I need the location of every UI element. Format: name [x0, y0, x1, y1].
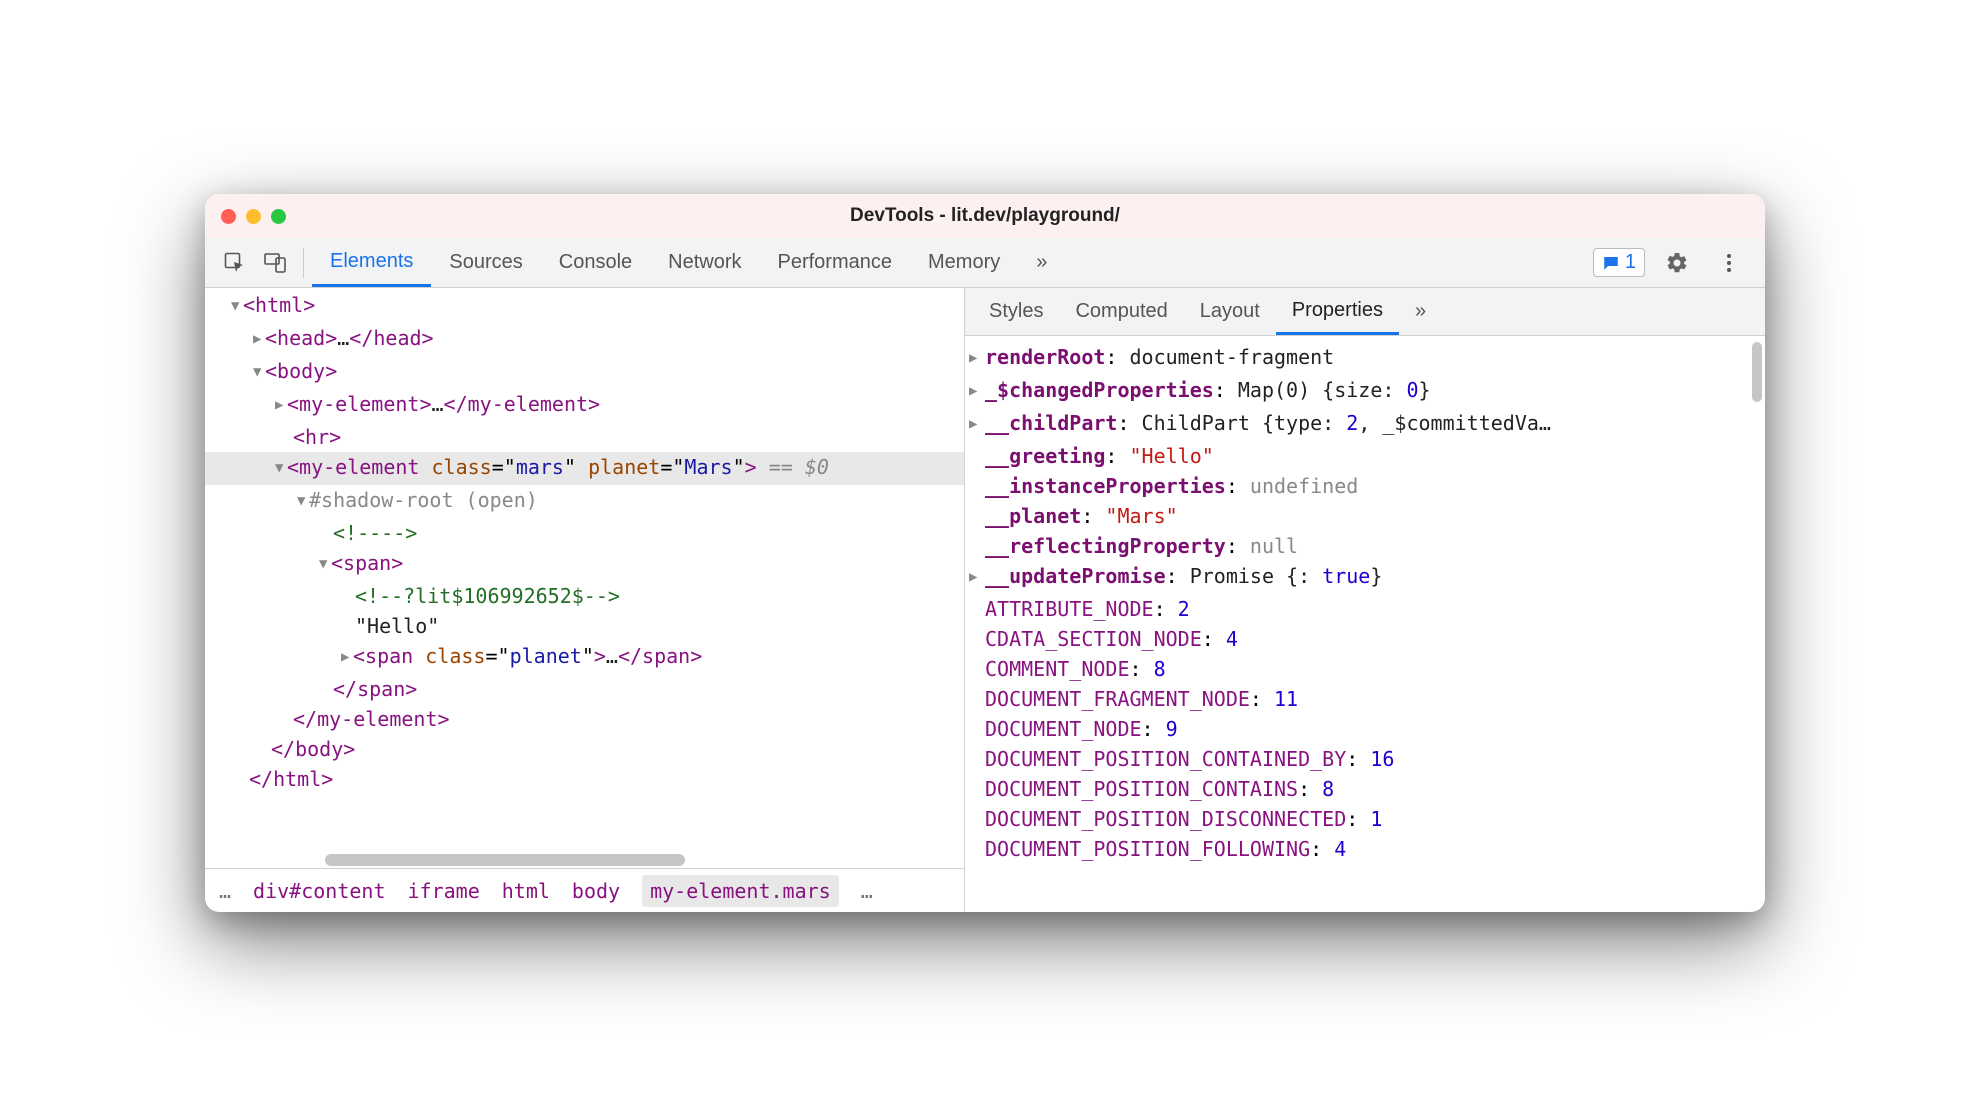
horizontal-scrollbar[interactable]	[205, 852, 964, 868]
tab-console[interactable]: Console	[541, 238, 650, 287]
devtools-window: DevTools - lit.dev/playground/ Elements …	[205, 194, 1765, 912]
issues-badge[interactable]: 1	[1593, 248, 1645, 277]
vertical-scrollbar[interactable]	[1752, 342, 1762, 402]
dom-row[interactable]: <my-element>…</my-element>	[205, 389, 964, 422]
main-tabs: Elements Sources Console Network Perform…	[312, 238, 1593, 287]
tabs-overflow-icon[interactable]: »	[1018, 238, 1065, 287]
sidebar-tabs-overflow-icon[interactable]: »	[1399, 288, 1442, 335]
dom-row[interactable]: <span class="planet">…</span>	[205, 641, 964, 674]
dom-row[interactable]: <!--?lit$106992652$-->	[205, 581, 964, 611]
main-toolbar: Elements Sources Console Network Perform…	[205, 238, 1765, 288]
tab-properties[interactable]: Properties	[1276, 288, 1399, 335]
dom-row[interactable]: </span>	[205, 674, 964, 704]
breadcrumb-item[interactable]: iframe	[408, 879, 480, 903]
property-row[interactable]: __planet: "Mars"	[969, 501, 1765, 531]
dom-row[interactable]: <body>	[205, 356, 964, 389]
breadcrumbs: … div#content iframe html body my-elemen…	[205, 868, 964, 912]
dom-row[interactable]: <html>	[205, 290, 964, 323]
dom-row[interactable]: "Hello"	[205, 611, 964, 641]
inspect-element-icon[interactable]	[217, 245, 253, 281]
dom-row[interactable]: <span>	[205, 548, 964, 581]
device-toggle-icon[interactable]	[257, 245, 293, 281]
property-row[interactable]: DOCUMENT_NODE: 9	[969, 714, 1765, 744]
dom-row[interactable]: </my-element>	[205, 704, 964, 734]
property-row[interactable]: _$changedProperties: Map(0) {size: 0}	[969, 375, 1765, 408]
issues-count: 1	[1625, 251, 1636, 274]
property-row[interactable]: __reflectingProperty: null	[969, 531, 1765, 561]
property-row[interactable]: ATTRIBUTE_NODE: 2	[969, 594, 1765, 624]
property-row[interactable]: DOCUMENT_POSITION_FOLLOWING: 4	[969, 834, 1765, 864]
content: <html> <head>…</head> <body> <my-element…	[205, 288, 1765, 912]
breadcrumb-overflow-right[interactable]: …	[861, 879, 873, 903]
dom-row[interactable]: <!---->	[205, 518, 964, 548]
dom-row-selected[interactable]: <my-element class="mars" planet="Mars"> …	[205, 452, 964, 485]
window-title: DevTools - lit.dev/playground/	[205, 205, 1765, 227]
tab-styles[interactable]: Styles	[973, 288, 1059, 335]
close-window-button[interactable]	[221, 209, 236, 224]
minimize-window-button[interactable]	[246, 209, 261, 224]
property-row[interactable]: __greeting: "Hello"	[969, 441, 1765, 471]
elements-panel: <html> <head>…</head> <body> <my-element…	[205, 288, 965, 912]
tab-elements[interactable]: Elements	[312, 238, 431, 287]
more-menu-icon[interactable]	[1711, 245, 1747, 281]
dom-row[interactable]: </body>	[205, 734, 964, 764]
dom-row[interactable]: </html>	[205, 764, 964, 794]
breadcrumb-item-selected[interactable]: my-element.mars	[642, 875, 839, 907]
dom-row[interactable]: <hr>	[205, 422, 964, 452]
breadcrumb-item[interactable]: html	[502, 879, 550, 903]
property-row[interactable]: CDATA_SECTION_NODE: 4	[969, 624, 1765, 654]
property-row[interactable]: COMMENT_NODE: 8	[969, 654, 1765, 684]
tab-sources[interactable]: Sources	[431, 238, 540, 287]
dom-row[interactable]: #shadow-root (open)	[205, 485, 964, 518]
property-row[interactable]: DOCUMENT_FRAGMENT_NODE: 11	[969, 684, 1765, 714]
sidebar-tabs: Styles Computed Layout Properties »	[965, 288, 1765, 336]
property-row[interactable]: DOCUMENT_POSITION_CONTAINS: 8	[969, 774, 1765, 804]
property-row[interactable]: __childPart: ChildPart {type: 2, _$commi…	[969, 408, 1765, 441]
property-row[interactable]: __instanceProperties: undefined	[969, 471, 1765, 501]
property-row[interactable]: DOCUMENT_POSITION_DISCONNECTED: 1	[969, 804, 1765, 834]
separator	[303, 248, 304, 278]
tab-layout[interactable]: Layout	[1184, 288, 1276, 335]
window-controls	[221, 209, 286, 224]
titlebar: DevTools - lit.dev/playground/	[205, 194, 1765, 238]
breadcrumb-item[interactable]: div#content	[253, 879, 385, 903]
maximize-window-button[interactable]	[271, 209, 286, 224]
dom-row[interactable]: <head>…</head>	[205, 323, 964, 356]
property-row[interactable]: renderRoot: document-fragment	[969, 342, 1765, 375]
dom-tree[interactable]: <html> <head>…</head> <body> <my-element…	[205, 288, 964, 852]
property-row[interactable]: __updatePromise: Promise {: true}	[969, 561, 1765, 594]
tab-network[interactable]: Network	[650, 238, 759, 287]
tab-computed[interactable]: Computed	[1059, 288, 1183, 335]
properties-list[interactable]: renderRoot: document-fragment_$changedPr…	[965, 336, 1765, 912]
breadcrumb-item[interactable]: body	[572, 879, 620, 903]
sidebar-panel: Styles Computed Layout Properties » rend…	[965, 288, 1765, 912]
tab-performance[interactable]: Performance	[760, 238, 911, 287]
breadcrumb-overflow-left[interactable]: …	[219, 879, 231, 903]
tab-memory[interactable]: Memory	[910, 238, 1018, 287]
property-row[interactable]: DOCUMENT_POSITION_CONTAINED_BY: 16	[969, 744, 1765, 774]
settings-gear-icon[interactable]	[1659, 245, 1695, 281]
